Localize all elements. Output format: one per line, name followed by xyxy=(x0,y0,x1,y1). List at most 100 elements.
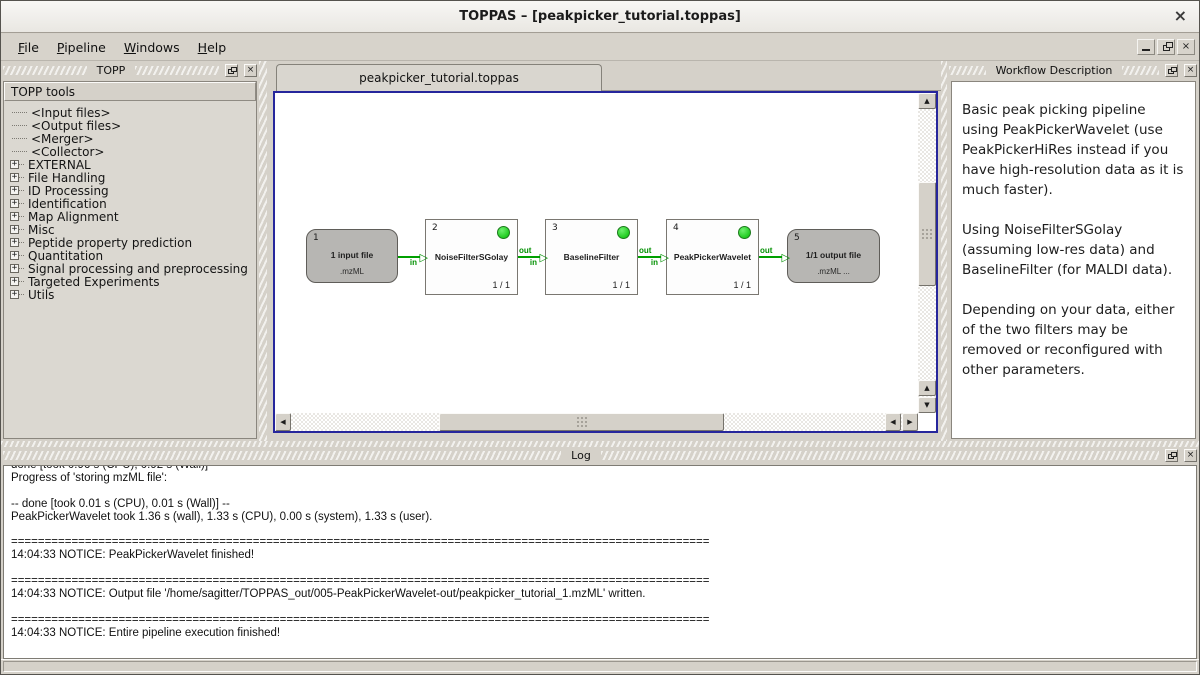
topp-tools-header: TOPP tools xyxy=(4,82,256,101)
workflow-description-text: Basic peak picking pipeline using PeakPi… xyxy=(951,81,1196,439)
log-output-panel[interactable]: done [took 0.96 s (CPU), 0.92 s (Wall)] … xyxy=(3,465,1197,659)
log-dock: Log × done [took 0.96 s (CPU), 0.92 s (W… xyxy=(1,441,1199,659)
topp-dock-title: TOPP xyxy=(93,64,130,77)
expander-plus-icon[interactable] xyxy=(10,199,19,208)
menu-item-file[interactable]: File xyxy=(9,37,48,58)
tree-item-input-files[interactable]: <Input files> xyxy=(8,106,254,119)
edge-baseline-to-peakpicker[interactable]: ▷ out in xyxy=(638,246,666,268)
tree-item-utils[interactable]: Utils xyxy=(8,288,254,301)
expander-plus-icon[interactable] xyxy=(10,290,19,299)
tree-item-targeted-experiments[interactable]: Targeted Experiments xyxy=(8,275,254,288)
expander-plus-icon[interactable] xyxy=(10,251,19,260)
menu-item-help[interactable]: Help xyxy=(189,37,236,58)
topp-dock-close-button[interactable]: × xyxy=(244,64,257,77)
scrollbar-thumb[interactable] xyxy=(439,413,724,431)
description-dock-header: Workflow Description × xyxy=(949,63,1197,78)
menu-item-pipeline[interactable]: Pipeline xyxy=(48,37,115,58)
tree-item-collector[interactable]: <Collector> xyxy=(8,145,254,158)
tree-item-file-handling[interactable]: File Handling xyxy=(8,171,254,184)
node-filetype: .mzML ... xyxy=(790,267,877,276)
scrollbar-thumb[interactable] xyxy=(918,182,936,286)
mdi-minimize-button[interactable] xyxy=(1137,39,1155,55)
scroll-right-button[interactable]: ▶ xyxy=(902,413,918,431)
edge-in-label: in xyxy=(530,259,537,267)
scroll-up-button[interactable]: ▲ xyxy=(918,380,936,396)
log-line xyxy=(11,524,1196,537)
expander-plus-icon[interactable] xyxy=(10,160,19,169)
node-number: 2 xyxy=(432,223,438,233)
node-baselinefilter[interactable]: 3 BaselineFilter 1 / 1 xyxy=(545,219,638,295)
status-bar-field xyxy=(3,661,1197,672)
scroll-left-button[interactable]: ◀ xyxy=(275,413,291,431)
log-dock-title: Log xyxy=(567,449,595,462)
mdi-close-button[interactable]: × xyxy=(1177,39,1195,55)
workflow-canvas[interactable]: 1 1 input file .mzML 2 NoiseFilterSGolay… xyxy=(275,93,936,431)
node-output-file[interactable]: 5 1/1 output file .mzML ... xyxy=(787,229,880,283)
node-title: PeakPickerWavelet xyxy=(669,252,756,262)
workflow-canvas-frame: 1 1 input file .mzML 2 NoiseFilterSGolay… xyxy=(273,91,938,433)
tree-item-external[interactable]: EXTERNAL xyxy=(8,158,254,171)
dock-handle-texture[interactable] xyxy=(1122,66,1159,75)
tree-item-peptide-property-prediction[interactable]: Peptide property prediction xyxy=(8,236,254,249)
expander-plus-icon[interactable] xyxy=(10,264,19,273)
tree-item-misc[interactable]: Misc xyxy=(8,223,254,236)
menu-item-windows[interactable]: Windows xyxy=(115,37,189,58)
log-dock-close-button[interactable]: × xyxy=(1184,449,1197,462)
mdi-restore-button[interactable] xyxy=(1157,39,1175,55)
log-text: done [took 0.96 s (CPU), 0.92 s (Wall)] … xyxy=(4,465,1196,640)
scroll-up-button[interactable]: ▲ xyxy=(918,93,936,109)
tree-item-merger[interactable]: <Merger> xyxy=(8,132,254,145)
tree-item-map-alignment[interactable]: Map Alignment xyxy=(8,210,254,223)
workflow-description-dock: Workflow Description × Basic peak pickin… xyxy=(947,61,1199,441)
tree-item-id-processing[interactable]: ID Processing xyxy=(8,184,254,197)
log-line: 14:04:33 NOTICE: PeakPickerWavelet finis… xyxy=(11,549,1196,562)
log-splitter[interactable] xyxy=(1,441,1199,447)
expander-plus-icon[interactable] xyxy=(10,277,19,286)
tree-item-identification[interactable]: Identification xyxy=(8,197,254,210)
expander-plus-icon[interactable] xyxy=(10,186,19,195)
dock-handle-texture[interactable] xyxy=(3,451,561,460)
log-line: -- done [took 0.01 s (CPU), 0.01 s (Wall… xyxy=(11,498,1196,511)
canvas-vertical-scrollbar[interactable]: ▲ ▲ ▼ xyxy=(918,93,936,413)
edge-peakpicker-to-output[interactable]: ▷ out xyxy=(759,246,787,268)
log-dock-float-button[interactable] xyxy=(1165,449,1178,462)
window-close-icon[interactable]: × xyxy=(1174,7,1187,25)
tree-item-quantitation[interactable]: Quantitation xyxy=(8,249,254,262)
node-input-file[interactable]: 1 1 input file .mzML xyxy=(306,229,398,283)
node-title: BaselineFilter xyxy=(548,252,635,262)
node-number: 1 xyxy=(313,233,319,243)
node-progress: 1 / 1 xyxy=(733,280,751,290)
expander-plus-icon[interactable] xyxy=(10,212,19,221)
scroll-down-button[interactable]: ▼ xyxy=(918,397,936,413)
dock-handle-texture[interactable] xyxy=(949,66,986,75)
tab-peakpicker-tutorial[interactable]: peakpicker_tutorial.toppas xyxy=(276,64,602,91)
log-line: PeakPickerWavelet took 1.36 s (wall), 1.… xyxy=(11,511,1196,524)
dock-handle-texture[interactable] xyxy=(135,66,219,75)
expander-plus-icon[interactable] xyxy=(10,225,19,234)
dock-handle-texture[interactable] xyxy=(601,451,1159,460)
edge-arrowhead-icon: ▷ xyxy=(782,250,790,265)
expander-plus-icon[interactable] xyxy=(10,173,19,182)
edge-arrowhead-icon: ▷ xyxy=(661,250,669,265)
canvas-horizontal-scrollbar[interactable]: ◀ ◀ ▶ xyxy=(275,413,918,431)
topp-dock-float-button[interactable] xyxy=(225,64,238,77)
description-dock-float-button[interactable] xyxy=(1165,64,1178,77)
node-number: 3 xyxy=(552,223,558,233)
log-line: ========================================… xyxy=(11,614,1196,627)
dock-handle-texture[interactable] xyxy=(3,66,87,75)
edge-out-label: out xyxy=(519,247,531,255)
node-peakpickerwavelet[interactable]: 4 PeakPickerWavelet 1 / 1 xyxy=(666,219,759,295)
workflow-area: peakpicker_tutorial.toppas 1 1 input fil… xyxy=(269,61,941,441)
left-splitter[interactable] xyxy=(259,61,267,441)
expander-plus-icon[interactable] xyxy=(10,238,19,247)
window-title: TOPPAS – [peakpicker_tutorial.toppas] xyxy=(459,9,741,24)
tree-item-output-files[interactable]: <Output files> xyxy=(8,119,254,132)
tree-item-signal-processing[interactable]: Signal processing and preprocessing xyxy=(8,262,254,275)
node-noisefiltersgolay[interactable]: 2 NoiseFilterSGolay 1 / 1 xyxy=(425,219,518,295)
tab-bar: peakpicker_tutorial.toppas xyxy=(269,64,941,91)
scroll-left-button[interactable]: ◀ xyxy=(885,413,901,431)
edge-noisefilter-to-baseline[interactable]: ▷ out in xyxy=(518,246,545,268)
description-dock-close-button[interactable]: × xyxy=(1184,64,1197,77)
edge-input-to-noisefilter[interactable]: ▷ in xyxy=(398,246,425,268)
log-line: ========================================… xyxy=(11,536,1196,549)
